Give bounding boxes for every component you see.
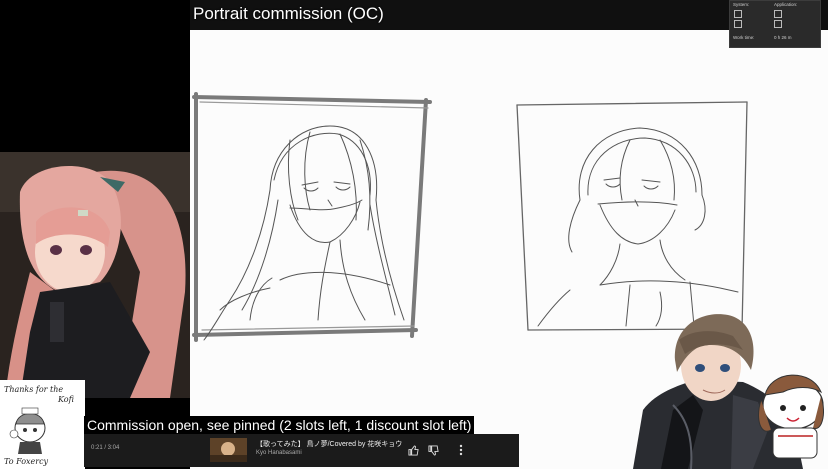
stream-layout: Portrait commission (OC) System: Applica…	[0, 0, 828, 469]
more-vertical-icon[interactable]	[454, 443, 468, 457]
character-art-panel	[0, 152, 190, 398]
thumbs-down-icon[interactable]	[426, 443, 440, 457]
fan-art-sign: Thanks for the Kofi To Foxercy	[0, 380, 85, 469]
application-label: Application:	[774, 2, 798, 7]
application-icon	[774, 10, 782, 18]
thumbs-up-icon[interactable]	[406, 443, 420, 457]
fan-art-text-1: Thanks for the	[4, 385, 64, 394]
stream-title: Portrait commission (OC)	[193, 4, 384, 23]
worktime-label: Work time:	[733, 35, 755, 40]
system-icon-2	[734, 20, 742, 28]
application-icon-2	[774, 20, 782, 28]
sketch-frame-right	[516, 101, 748, 331]
song-thumbnail[interactable]	[210, 438, 247, 462]
song-artist[interactable]: Kyo Hanabasami	[256, 450, 302, 456]
system-icon	[734, 10, 742, 18]
worktime-value: 0 h 26 m	[774, 35, 792, 40]
sketch-head-right	[537, 127, 739, 327]
system-label: System:	[733, 2, 750, 7]
song-title[interactable]: 【歌ってみた】 鳥ノ夢/Covered by 花咲キョウ	[256, 439, 402, 449]
music-player: 0:21 / 3:04 【歌ってみた】 鳥ノ夢/Covered by 花咲キョウ…	[84, 434, 519, 467]
fan-art-text-3: To Foxercy	[4, 457, 49, 466]
sketch-head-left	[203, 125, 405, 341]
playback-time: 0:21 / 3:04	[91, 445, 120, 451]
thumbnail-image	[210, 438, 247, 462]
pink-hair-character-image	[0, 152, 190, 398]
commission-caption: Commission open, see pinned (2 slots lef…	[84, 416, 475, 434]
avatar-image	[633, 314, 824, 469]
fan-art-text-2: Kofi	[58, 395, 74, 404]
stats-panel: System: Application: Work time: 0 h 26 m	[729, 0, 821, 48]
vtuber-avatar	[633, 310, 828, 469]
